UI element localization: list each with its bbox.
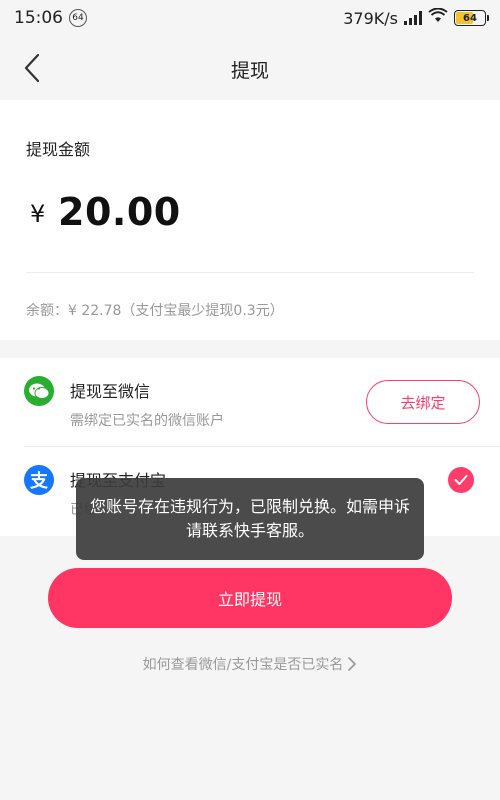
amount-label: 提现金额 [26,140,91,159]
alipay-icon: 支 [24,465,54,495]
wechat-icon [24,376,54,406]
currency-symbol: ¥ [30,200,46,228]
nav-bar: 提现 [0,36,500,100]
battery-level: 64 [463,12,477,24]
help-link[interactable]: 如何查看微信/支付宝是否已实名 [0,654,500,674]
bind-wechat-button[interactable]: 去绑定 [366,380,480,424]
divider [26,272,474,273]
status-time: 15:06 [14,8,63,28]
toast-message: 您账号存在违规行为，已限制兑换。如需申诉请联系快手客服。 [76,478,424,560]
signal-icon [404,11,422,25]
wechat-subtitle: 需绑定已实名的微信账户 [70,413,224,429]
chevron-right-icon [348,657,357,671]
wechat-title: 提现至微信 [70,382,151,401]
page-title: 提现 [230,60,269,82]
amount-card: 提现金额 ¥ 20.00 余额：¥ 22.78（支付宝最少提现0.3元） [0,100,500,340]
status-bar: 15:06 64 379K/s 64 [0,0,500,36]
withdraw-now-button[interactable]: 立即提现 [48,568,452,628]
battery-icon: 64 [454,10,489,26]
help-link-label: 如何查看微信/支付宝是否已实名 [142,657,344,673]
notification-badge-icon: 64 [69,9,87,27]
wifi-icon [428,7,448,28]
method-wechat[interactable]: 提现至微信 需绑定已实名的微信账户 去绑定 [0,358,500,447]
network-speed: 379K/s [343,8,398,28]
amount-input[interactable]: 20.00 [58,190,181,234]
selected-check-icon[interactable] [448,467,474,493]
status-right: 379K/s 64 [343,7,489,28]
balance-text: 余额：¥ 22.78（支付宝最少提现0.3元） [26,303,284,319]
